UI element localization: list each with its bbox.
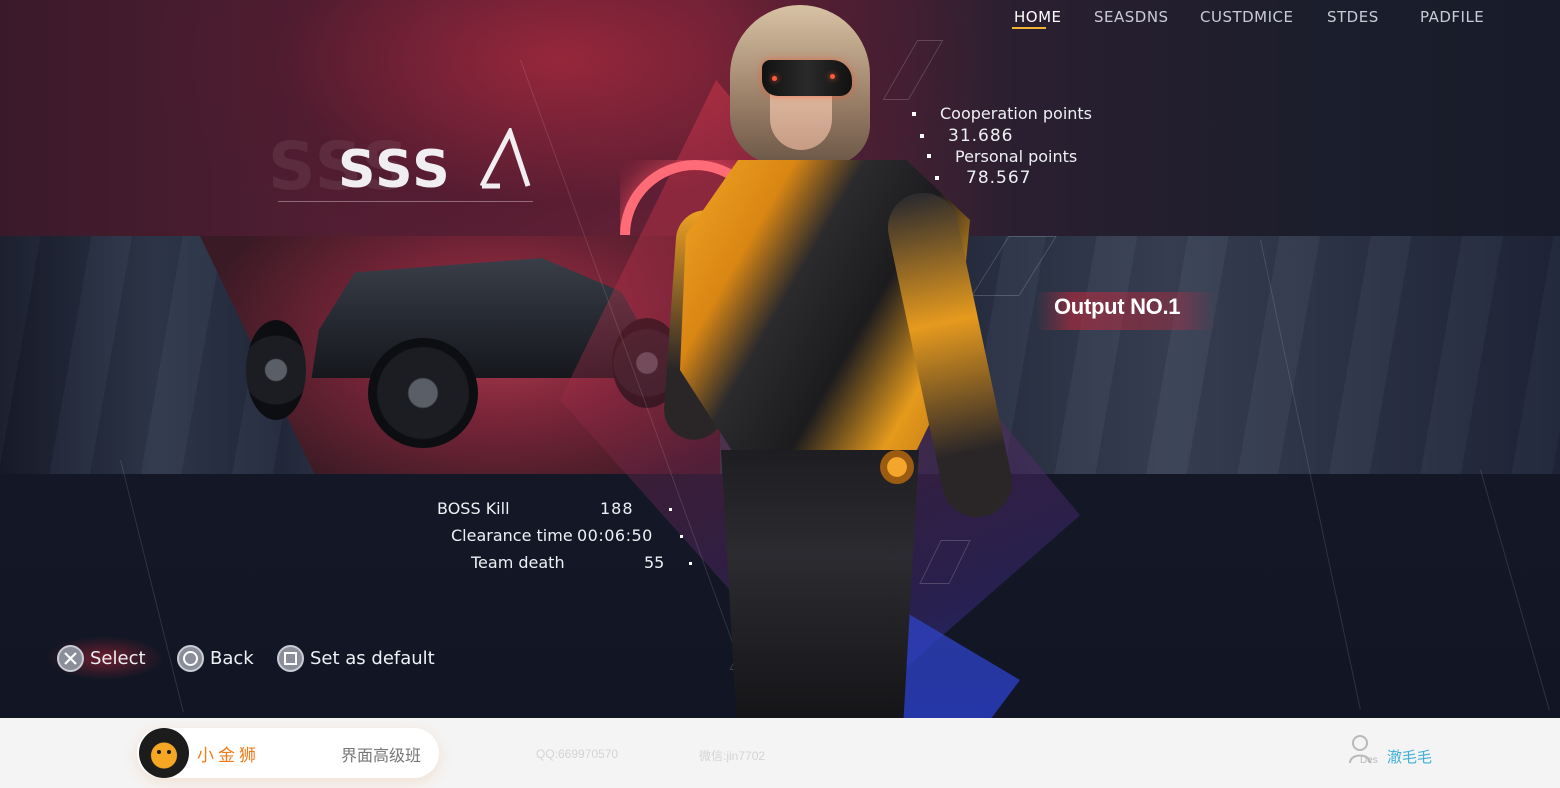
- lion-logo-icon: [139, 728, 189, 778]
- footer-bar: 小金狮 界面高级班 QQ:669970570 微信:jin7702 Des 澈毛…: [0, 718, 1560, 788]
- designer-tag: Des: [1360, 755, 1378, 766]
- course-name: 界面高级班: [341, 746, 422, 765]
- nav-seasons[interactable]: SEASDNS: [1094, 8, 1169, 26]
- cross-button-icon: [57, 644, 84, 672]
- square-button-icon: [277, 644, 304, 672]
- visor-light: [772, 76, 777, 81]
- stat-dot: [669, 508, 672, 511]
- nav-home[interactable]: HOME: [1014, 8, 1062, 26]
- designer-name: 澈毛毛: [1387, 748, 1433, 766]
- bullet-dot: [920, 134, 924, 138]
- personal-points-label: Personal points: [955, 147, 1078, 166]
- clearance-time-value: 00:06:50: [577, 526, 653, 545]
- brand-name: 小金狮: [197, 746, 260, 766]
- back-hint-label: Back: [210, 647, 254, 669]
- circle-button-icon: [177, 644, 204, 672]
- nav-profile[interactable]: PADFILE: [1420, 8, 1484, 26]
- team-death-label: Team death: [471, 553, 565, 572]
- bullet-dot: [935, 176, 939, 180]
- clearance-time-label: Clearance time: [451, 526, 573, 545]
- bullet-dot: [912, 112, 916, 116]
- team-death-value: 55: [644, 553, 665, 572]
- deco-line: [1480, 469, 1550, 711]
- brand-pill[interactable]: 小金狮 界面高级班: [137, 728, 439, 778]
- set-default-hint-label: Set as default: [310, 647, 435, 669]
- select-hint[interactable]: Select: [57, 642, 146, 674]
- wechat-contact: 微信:jin7702: [699, 749, 766, 763]
- character-knee-light: [880, 450, 914, 484]
- top-navigation: HOME SEASDNS CUSTDMICE STDES PADFILE: [1000, 8, 1520, 38]
- game-screen: SSS SSS HOME SEASDNS CUSTDMICE STDES PAD…: [0, 0, 1560, 718]
- personal-points-value: 78.567: [966, 168, 1032, 188]
- boss-kill-label: BOSS Kill: [437, 499, 510, 518]
- points-panel: Cooperation points 31.686 Personal point…: [910, 100, 1130, 200]
- cooperation-points-value: 31.686: [948, 126, 1014, 146]
- visor-light: [830, 74, 835, 79]
- rank-grade: SSS: [338, 140, 452, 200]
- nav-customize[interactable]: CUSTDMICE: [1200, 8, 1294, 26]
- boss-kill-value: 188: [600, 499, 634, 518]
- vehicle-wheel-back: [246, 320, 306, 420]
- rank-divider: [278, 201, 533, 202]
- nav-active-indicator: [1012, 27, 1046, 29]
- character-legs: [721, 450, 919, 718]
- vehicle-wheel-front: [368, 338, 478, 448]
- set-default-hint[interactable]: Set as default: [277, 642, 435, 674]
- output-rank-label: Output NO.1: [1054, 294, 1181, 319]
- cooperation-points-label: Cooperation points: [940, 104, 1093, 123]
- select-hint-label: Select: [90, 647, 146, 669]
- nav-stores[interactable]: STDES: [1327, 8, 1379, 26]
- rank-delta-icon: [479, 128, 531, 189]
- back-hint[interactable]: Back: [177, 642, 254, 674]
- stat-dot: [680, 535, 683, 538]
- bullet-dot: [927, 154, 931, 158]
- stat-dot: [689, 562, 692, 565]
- qq-contact: QQ:669970570: [536, 747, 619, 761]
